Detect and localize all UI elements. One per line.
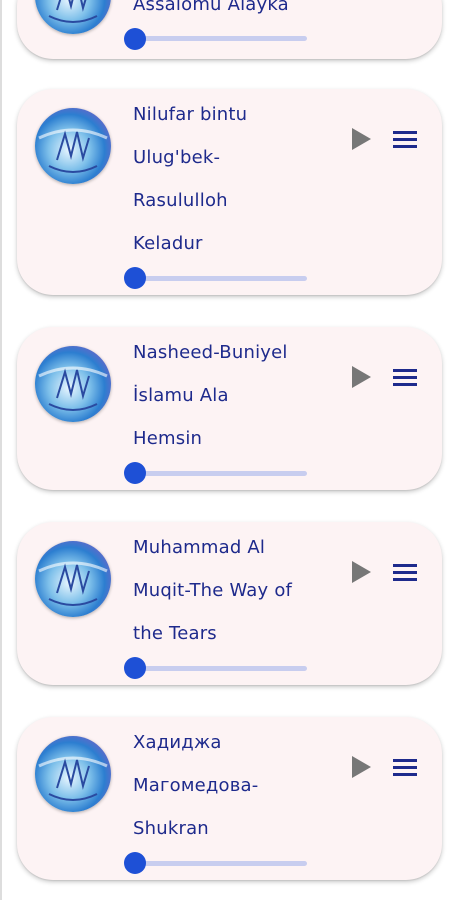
track-title-line: the Tears bbox=[133, 623, 217, 644]
slider-thumb[interactable] bbox=[124, 28, 146, 50]
track-card[interactable]: Muhammad Al Muqit-The Way of the Tears bbox=[17, 522, 442, 685]
play-icon[interactable] bbox=[350, 127, 374, 151]
track-card[interactable]: Nilufar bintu Ulug'bek- Rasululloh Kelad… bbox=[17, 89, 442, 295]
track-card[interactable]: Nasheed-Buniyel İslamu Ala Hemsin bbox=[17, 327, 442, 490]
track-title-line: Хадиджа bbox=[133, 732, 222, 753]
play-icon[interactable] bbox=[350, 560, 374, 584]
track-title-line: Ulug'bek- bbox=[133, 147, 221, 168]
slider-thumb[interactable] bbox=[124, 462, 146, 484]
menu-icon[interactable] bbox=[392, 755, 418, 779]
track-title-line: Nasheed-Buniyel bbox=[133, 342, 288, 363]
slider-thumb[interactable] bbox=[124, 852, 146, 874]
album-art-icon bbox=[35, 108, 111, 184]
album-art-icon bbox=[35, 541, 111, 617]
play-icon[interactable] bbox=[350, 755, 374, 779]
progress-slider[interactable] bbox=[134, 861, 307, 866]
album-art-icon bbox=[35, 736, 111, 812]
scroll-edge bbox=[0, 0, 2, 900]
album-art-icon bbox=[35, 346, 111, 422]
progress-slider[interactable] bbox=[134, 666, 307, 671]
track-title-line: Магомедова- bbox=[133, 775, 259, 796]
album-art-icon bbox=[35, 0, 111, 34]
menu-icon[interactable] bbox=[392, 365, 418, 389]
track-title-line: Nilufar bintu bbox=[133, 104, 248, 125]
slider-thumb[interactable] bbox=[124, 657, 146, 679]
track-title-line: Hemsin bbox=[133, 428, 203, 449]
track-title-line: Muhammad Al bbox=[133, 537, 266, 558]
track-title-line: İslamu Ala bbox=[133, 385, 229, 406]
slider-thumb[interactable] bbox=[124, 267, 146, 289]
menu-icon[interactable] bbox=[392, 560, 418, 584]
progress-slider[interactable] bbox=[134, 36, 307, 41]
track-title-line: Rasululloh bbox=[133, 190, 228, 211]
progress-slider[interactable] bbox=[134, 276, 307, 281]
menu-icon[interactable] bbox=[392, 127, 418, 151]
track-title-line: Muqit-The Way of bbox=[133, 580, 293, 601]
track-card[interactable]: Assalomu Alayka bbox=[17, 0, 442, 59]
track-card[interactable]: Хадиджа Магомедова- Shukran bbox=[17, 717, 442, 880]
progress-slider[interactable] bbox=[134, 471, 307, 476]
track-title-line: Shukran bbox=[133, 818, 209, 839]
track-title: Assalomu Alayka bbox=[133, 0, 289, 15]
play-icon[interactable] bbox=[350, 365, 374, 389]
track-title-line: Keladur bbox=[133, 233, 203, 254]
